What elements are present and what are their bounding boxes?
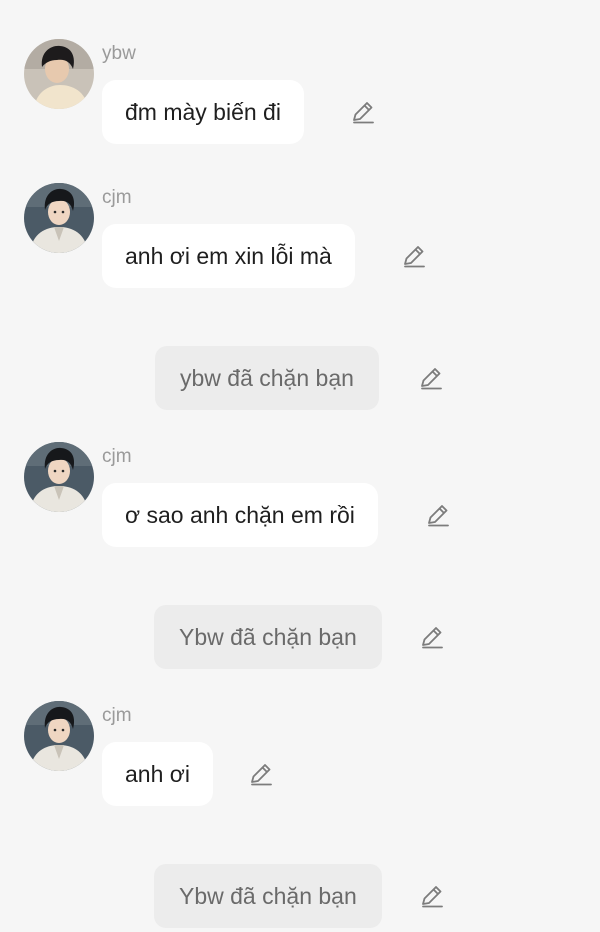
avatar-ybw-photo <box>24 39 94 109</box>
pencil-edit-icon[interactable] <box>401 243 427 269</box>
avatar[interactable] <box>24 701 94 771</box>
avatar[interactable] <box>24 183 94 253</box>
message-bubble[interactable]: đm mày biến đi <box>102 80 304 144</box>
message-bubble[interactable]: ơ sao anh chặn em rồi <box>102 483 378 547</box>
chat-area: ybw đm mày biến đi cjm anh ơi em xin lỗi… <box>0 0 600 932</box>
pencil-edit-icon[interactable] <box>419 624 445 650</box>
system-notice: Ybw đã chặn bạn <box>154 605 382 669</box>
sender-name: cjm <box>102 446 132 467</box>
pencil-edit-icon[interactable] <box>425 502 451 528</box>
sender-name: ybw <box>102 43 136 64</box>
avatar-cjm-photo <box>24 701 94 771</box>
system-notice: ybw đã chặn bạn <box>155 346 379 410</box>
pencil-edit-icon[interactable] <box>418 365 444 391</box>
avatar[interactable] <box>24 39 94 109</box>
sender-name: cjm <box>102 705 132 726</box>
message-bubble[interactable]: anh ơi <box>102 742 213 806</box>
message-bubble[interactable]: anh ơi em xin lỗi mà <box>102 224 355 288</box>
pencil-edit-icon[interactable] <box>419 883 445 909</box>
sender-name: cjm <box>102 187 132 208</box>
pencil-edit-icon[interactable] <box>350 99 376 125</box>
avatar[interactable] <box>24 442 94 512</box>
avatar-cjm-photo <box>24 442 94 512</box>
system-notice: Ybw đã chặn bạn <box>154 864 382 928</box>
pencil-edit-icon[interactable] <box>248 761 274 787</box>
avatar-cjm-photo <box>24 183 94 253</box>
